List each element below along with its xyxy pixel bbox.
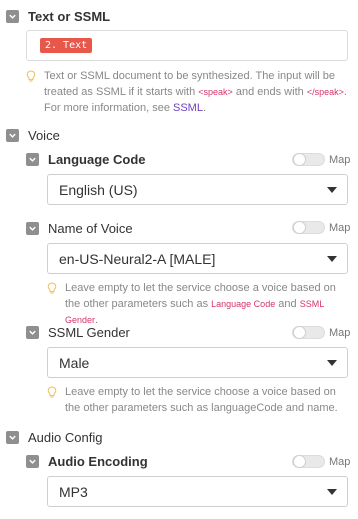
voice-label: Voice (28, 128, 60, 143)
audio-encoding-header[interactable]: Audio Encoding (26, 454, 148, 469)
collapse-checkbox-icon[interactable] (6, 129, 19, 142)
ssml-gender-select[interactable]: Male (47, 347, 348, 378)
audio-encoding-select[interactable]: MP3 (47, 476, 348, 507)
speak-open-code: <speak> (198, 87, 233, 97)
name-of-voice-help: Leave empty to let the service choose a … (47, 280, 348, 328)
name-of-voice-value: en-US-Neural2-A [MALE] (59, 250, 216, 267)
help-text: and ends with (235, 86, 304, 98)
collapse-checkbox-icon[interactable] (26, 222, 39, 235)
language-code-value: English (US) (59, 181, 138, 198)
ssml-link[interactable]: SSML (173, 102, 203, 114)
mapped-value-pill[interactable]: 2. Text (40, 38, 93, 53)
collapse-checkbox-icon[interactable] (26, 153, 39, 166)
name-of-voice-map-toggle[interactable]: Map (292, 221, 350, 234)
name-of-voice-label: Name of Voice (48, 221, 133, 236)
ssml-gender-value: Male (59, 354, 90, 371)
text-or-ssml-input[interactable]: 2. Text (26, 30, 348, 61)
audio-encoding-value: MP3 (59, 483, 88, 500)
text-or-ssml-label: Text or SSML (28, 9, 111, 24)
voice-header[interactable]: Voice (6, 128, 60, 143)
help-text: Leave empty to let the service choose a … (65, 386, 338, 414)
name-of-voice-select[interactable]: en-US-Neural2-A [MALE] (47, 243, 348, 274)
audio-config-header[interactable]: Audio Config (6, 430, 102, 445)
chevron-down-icon (327, 489, 337, 495)
collapse-checkbox-icon[interactable] (6, 10, 19, 23)
name-of-voice-header[interactable]: Name of Voice (26, 221, 133, 236)
map-label: Map (329, 455, 351, 468)
language-code-select[interactable]: English (US) (47, 174, 348, 205)
map-switch[interactable] (292, 455, 325, 468)
audio-config-label: Audio Config (28, 430, 103, 445)
map-label: Map (329, 326, 351, 339)
collapse-checkbox-icon[interactable] (26, 455, 39, 468)
chevron-down-icon (327, 256, 337, 262)
language-code-label: Language Code (48, 152, 146, 167)
audio-encoding-label: Audio Encoding (48, 454, 148, 469)
ssml-gender-header[interactable]: SSML Gender (26, 325, 130, 340)
map-switch[interactable] (292, 221, 325, 234)
help-text: and (278, 298, 297, 310)
language-code-header[interactable]: Language Code (26, 152, 146, 167)
map-label: Map (329, 221, 351, 234)
map-switch[interactable] (292, 326, 325, 339)
ssml-gender-map-toggle[interactable]: Map (292, 326, 350, 339)
lightbulb-icon (47, 282, 57, 294)
audio-encoding-map-toggle[interactable]: Map (292, 455, 350, 468)
help-text: . (202, 102, 207, 114)
ssml-gender-label: SSML Gender (48, 325, 130, 340)
language-code-link[interactable]: Language Code (211, 299, 275, 309)
speak-close-code: </speak> (306, 87, 344, 97)
lightbulb-icon (47, 386, 57, 398)
collapse-checkbox-icon[interactable] (6, 431, 19, 444)
lightbulb-icon (26, 70, 36, 82)
chevron-down-icon (327, 360, 337, 366)
chevron-down-icon (327, 187, 337, 193)
text-or-ssml-help: Text or SSML document to be synthesized.… (26, 68, 348, 116)
collapse-checkbox-icon[interactable] (26, 326, 39, 339)
language-code-map-toggle[interactable]: Map (292, 153, 350, 166)
map-switch[interactable] (292, 153, 325, 166)
text-or-ssml-header[interactable]: Text or SSML (6, 9, 110, 24)
map-label: Map (329, 153, 351, 166)
ssml-gender-help: Leave empty to let the service choose a … (47, 384, 348, 416)
